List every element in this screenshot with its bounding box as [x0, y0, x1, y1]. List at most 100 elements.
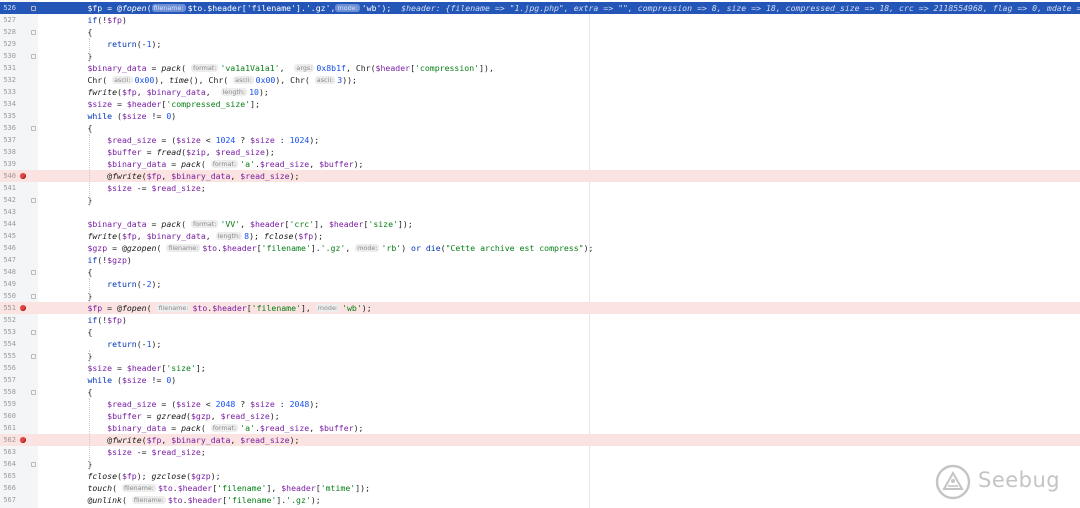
code-line[interactable]: 555} [0, 350, 1080, 362]
indent-guide [89, 134, 91, 206]
code-line[interactable]: 566 touch( filename: $to.$header['filename… [0, 482, 1080, 494]
code-line[interactable]: 553 { [0, 326, 1080, 338]
code-text[interactable]: if(!$gzp) [87, 254, 131, 266]
code-line[interactable]: 537 $read_size = ($size < 1024 ? $size : … [0, 134, 1080, 146]
code-line[interactable]: 561 $binary_data = pack( format:'a'.$read… [0, 422, 1080, 434]
code-text[interactable]: { [87, 122, 92, 134]
code-text[interactable]: $binary_data = pack( format:'a'.$read_si… [107, 158, 363, 170]
fold-marker-icon[interactable] [31, 270, 36, 275]
code-line[interactable]: 535 while ($size != 0) [0, 110, 1080, 122]
code-line[interactable]: 547 if(!$gzp) [0, 254, 1080, 266]
code-line[interactable]: 554 return(-1); [0, 338, 1080, 350]
fold-marker-icon[interactable] [31, 330, 36, 335]
code-text[interactable]: $buffer = fread($zip, $read_size); [107, 146, 275, 158]
fold-marker-icon[interactable] [31, 6, 36, 11]
breakpoint-line[interactable]: 562 @fwrite($fp, $binary_data, $read_size… [0, 434, 1080, 446]
line-number: 562 [3, 436, 16, 444]
code-text[interactable]: $read_size = ($size < 1024 ? $size : 102… [107, 134, 319, 146]
code-text[interactable]: while ($size != 0) [87, 110, 176, 122]
code-line[interactable]: 533 fwrite($fp, $binary_data, length: 10); [0, 86, 1080, 98]
code-line[interactable]: 536 { [0, 122, 1080, 134]
code-line[interactable]: 558 { [0, 386, 1080, 398]
code-text[interactable]: $read_size = ($size < 2048 ? $size : 204… [107, 398, 319, 410]
code-line[interactable]: 542} [0, 194, 1080, 206]
inline-debug-value: $header: {filename => "1.jpg.php", extra… [401, 3, 1080, 13]
code-text[interactable]: @fwrite($fp, $binary_data, $read_size); [107, 170, 299, 182]
code-text[interactable]: @unlink( filename: $to.$header['filename'… [87, 494, 320, 506]
code-line[interactable]: 543 [0, 206, 1080, 218]
code-text[interactable]: @fwrite($fp, $binary_data, $read_size); [107, 434, 299, 446]
code-text[interactable]: { [87, 266, 92, 278]
code-line[interactable]: 563 $size -= $read_size; [0, 446, 1080, 458]
parameter-hint: length: [215, 232, 243, 240]
fold-marker-icon[interactable] [31, 462, 36, 467]
code-text[interactable]: $size -= $read_size; [107, 446, 206, 458]
breakpoint-icon[interactable] [20, 173, 26, 179]
line-number: 530 [3, 52, 16, 60]
code-text[interactable]: $buffer = gzread($gzp, $read_size); [107, 410, 280, 422]
code-line[interactable]: 539 $binary_data = pack( format:'a'.$read… [0, 158, 1080, 170]
code-editor[interactable]: 526 $fp = @fopen(filename: $to.$header['fi… [0, 0, 1080, 508]
fold-marker-icon[interactable] [31, 294, 36, 299]
code-text[interactable]: fclose($fp); gzclose($gzp); [87, 470, 220, 482]
code-text[interactable]: if(!$fp) [87, 314, 126, 326]
code-line[interactable]: 531 $binary_data = pack( format:'va1a1Va1… [0, 62, 1080, 74]
code-line[interactable]: 565 fclose($fp); gzclose($gzp); [0, 470, 1080, 482]
code-text[interactable]: $fp = @fopen(filename: $to.$header['filen… [87, 2, 1080, 14]
code-line[interactable]: 527 if(!$fp) [0, 14, 1080, 26]
breakpoint-icon[interactable] [20, 437, 26, 443]
breakpoint-line[interactable]: 551 $fp = @fopen( filename: $to.$header['f… [0, 302, 1080, 314]
code-text[interactable]: { [87, 326, 92, 338]
code-text[interactable]: $binary_data = pack( format: 'VV', $heade… [87, 218, 412, 230]
code-line[interactable]: 549 return(-2); [0, 278, 1080, 290]
code-text[interactable]: Chr( ascii: 0x00), time(), Chr( ascii: 0x0… [87, 74, 357, 86]
code-text[interactable]: $size -= $read_size; [107, 182, 206, 194]
code-line[interactable]: 534 $size = $header['compressed_size']; [0, 98, 1080, 110]
code-line[interactable]: 550} [0, 290, 1080, 302]
code-text[interactable]: return(-2); [107, 278, 161, 290]
fold-marker-icon[interactable] [31, 390, 36, 395]
code-line[interactable]: 557 while ($size != 0) [0, 374, 1080, 386]
code-line[interactable]: 567 @unlink( filename: $to.$header['filena… [0, 494, 1080, 506]
current-execution-line[interactable]: 526 $fp = @fopen(filename: $to.$header['fi… [0, 2, 1080, 14]
code-line[interactable]: 545 fwrite($fp, $binary_data, length: 8); … [0, 230, 1080, 242]
code-line[interactable]: 532 Chr( ascii: 0x00), time(), Chr( ascii:… [0, 74, 1080, 86]
code-line[interactable]: 556 $size = $header['size']; [0, 362, 1080, 374]
code-text[interactable]: $binary_data = pack( format:'a'.$read_si… [107, 422, 363, 434]
fold-marker-icon[interactable] [31, 354, 36, 359]
code-line[interactable]: 546 $gzp = @gzopen( filename: $to.$header[… [0, 242, 1080, 254]
code-line[interactable]: 544 $binary_data = pack( format: 'VV', $he… [0, 218, 1080, 230]
code-text[interactable]: fwrite($fp, $binary_data, length: 8); fcl… [87, 230, 323, 242]
code-text[interactable]: if(!$fp) [87, 14, 126, 26]
code-line[interactable]: 564} [0, 458, 1080, 470]
code-text[interactable]: $binary_data = pack( format:'va1a1Va1a1'… [87, 62, 493, 74]
code-text[interactable]: { [87, 26, 92, 38]
fold-marker-icon[interactable] [31, 198, 36, 203]
code-line[interactable]: 552 if(!$fp) [0, 314, 1080, 326]
code-line[interactable]: 548 { [0, 266, 1080, 278]
code-text[interactable]: $fp = @fopen( filename: $to.$header['file… [87, 302, 371, 314]
code-text[interactable]: touch( filename: $to.$header['filename'],… [87, 482, 370, 494]
seebug-logo-icon [935, 464, 971, 500]
code-text[interactable]: $gzp = @gzopen( filename: $to.$header['fi… [87, 242, 593, 254]
fold-marker-icon[interactable] [31, 126, 36, 131]
line-number: 532 [3, 76, 16, 84]
code-text[interactable]: { [87, 386, 92, 398]
fold-marker-icon[interactable] [31, 30, 36, 35]
code-text[interactable]: $size = $header['compressed_size']; [87, 98, 260, 110]
breakpoint-icon[interactable] [20, 305, 26, 311]
code-text[interactable]: return(-1); [107, 338, 161, 350]
fold-marker-icon[interactable] [31, 54, 36, 59]
code-text[interactable]: $size = $header['size']; [87, 362, 205, 374]
code-line[interactable]: 541 $size -= $read_size; [0, 182, 1080, 194]
code-line[interactable]: 559 $read_size = ($size < 2048 ? $size : … [0, 398, 1080, 410]
code-line[interactable]: 529 return(-1); [0, 38, 1080, 50]
breakpoint-line[interactable]: 540 @fwrite($fp, $binary_data, $read_size… [0, 170, 1080, 182]
code-line[interactable]: 560 $buffer = gzread($gzp, $read_size); [0, 410, 1080, 422]
code-line[interactable]: 538 $buffer = fread($zip, $read_size); [0, 146, 1080, 158]
code-text[interactable]: return(-1); [107, 38, 161, 50]
code-line[interactable]: 530} [0, 50, 1080, 62]
code-line[interactable]: 528 { [0, 26, 1080, 38]
code-text[interactable]: fwrite($fp, $binary_data, length: 10); [87, 86, 268, 98]
code-text[interactable]: while ($size != 0) [87, 374, 176, 386]
